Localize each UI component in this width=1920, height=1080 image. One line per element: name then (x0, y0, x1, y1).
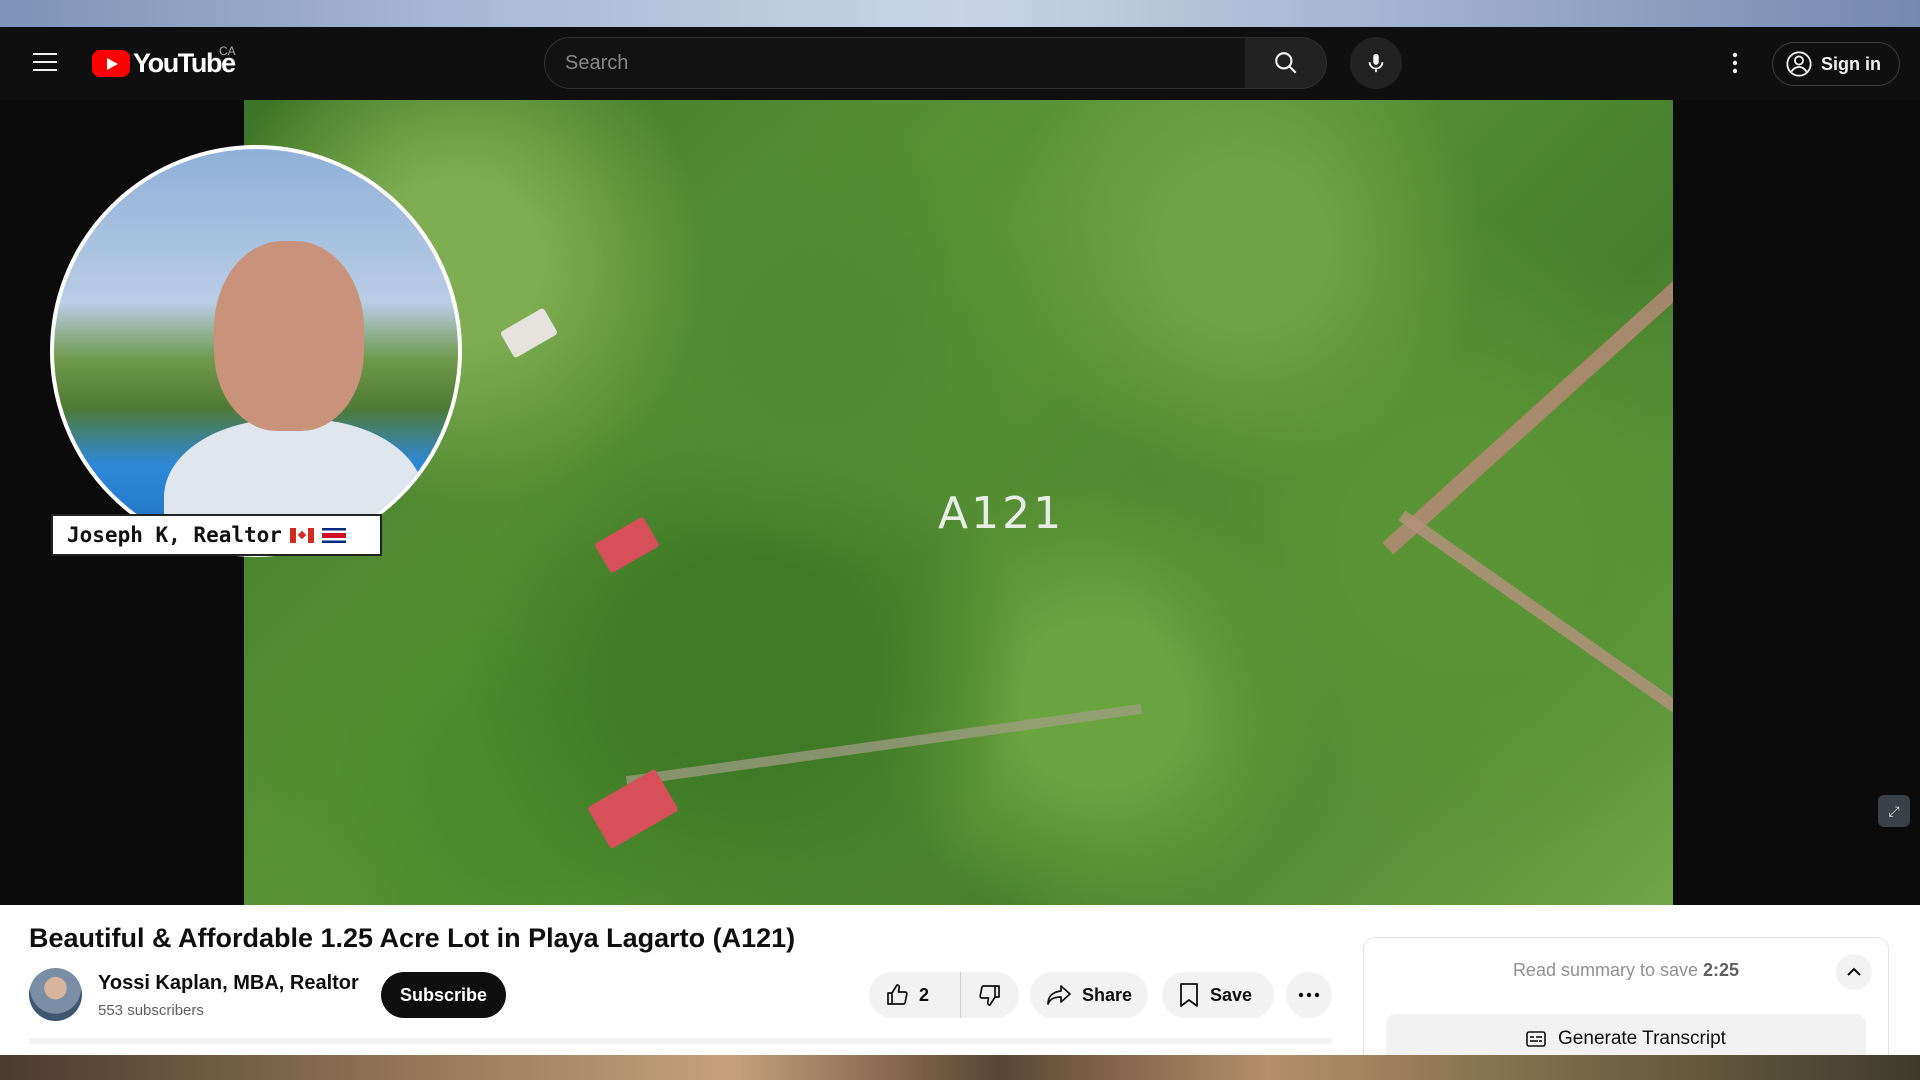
path-visual (625, 703, 1143, 787)
share-button[interactable]: Share (1030, 972, 1148, 1018)
region-label: CA (219, 44, 236, 58)
subscriber-count: 553 subscribers (98, 1002, 204, 1019)
channel-avatar[interactable] (29, 968, 82, 1021)
masthead: YouTube CA Sign in (0, 27, 1920, 100)
house-visual (499, 307, 559, 359)
sign-in-button[interactable]: Sign in (1772, 42, 1900, 86)
summary-text: Read summary to save 2:25 (1364, 960, 1888, 981)
search-box (544, 37, 1246, 89)
like-icon (887, 984, 908, 1005)
road-visual (1398, 510, 1673, 762)
presenter-name-tag: Joseph K, Realtor (51, 514, 382, 556)
transcript-icon (1526, 1031, 1546, 1047)
youtube-play-icon (92, 49, 130, 77)
dislike-button[interactable] (961, 972, 1019, 1018)
presenter-face (214, 241, 364, 431)
generate-transcript-label: Generate Transcript (1558, 1028, 1726, 1049)
summary-panel: Read summary to save 2:25 Generate Trans… (1363, 937, 1889, 1067)
summary-prefix: Read summary to save (1512, 960, 1699, 980)
channel-name[interactable]: Yossi Kaplan, MBA, Realtor (98, 972, 359, 995)
like-button[interactable]: 2 (869, 972, 961, 1018)
video-title: Beautiful & Affordable 1.25 Acre Lot in … (29, 923, 796, 953)
more-horiz-icon (1298, 992, 1320, 998)
sign-in-label: Sign in (1821, 53, 1881, 74)
road-visual (1382, 261, 1673, 555)
description-box-edge (29, 1038, 1332, 1044)
summary-time-saved: 2:25 (1703, 960, 1740, 980)
video-frame[interactable]: A121 (244, 100, 1673, 905)
like-dislike-group: 2 (869, 972, 1019, 1018)
canada-flag-icon (289, 527, 314, 543)
video-player: A121 Joseph K, Realtor ⤢ (0, 100, 1920, 905)
search-input[interactable] (545, 38, 1245, 88)
account-icon (1786, 51, 1812, 77)
search-button[interactable] (1245, 37, 1327, 89)
presenter-name: Joseph K, Realtor (67, 523, 282, 547)
save-label: Save (1210, 984, 1253, 1005)
voice-search-button[interactable] (1350, 37, 1402, 89)
more-actions-button[interactable] (1286, 972, 1332, 1018)
miniplayer-icon[interactable]: ⤢ (1878, 795, 1910, 827)
background-strip-top (0, 0, 1920, 27)
share-label: Share (1082, 984, 1133, 1005)
subscribe-button[interactable]: Subscribe (381, 972, 506, 1018)
share-icon (1047, 985, 1071, 1005)
house-visual (594, 516, 660, 574)
menu-icon[interactable] (28, 47, 62, 81)
search-icon (1274, 52, 1297, 74)
more-vert-icon[interactable] (1715, 43, 1755, 83)
youtube-logo[interactable]: YouTube (92, 47, 236, 79)
presenter-bubble (50, 145, 462, 557)
like-count: 2 (919, 984, 930, 1005)
chevron-up-icon[interactable] (1836, 954, 1872, 990)
mic-icon (1368, 53, 1384, 73)
video-details: Beautiful & Affordable 1.25 Acre Lot in … (0, 905, 1920, 1067)
background-strip-bottom (0, 1055, 1920, 1080)
lot-overlay-label: A121 (938, 488, 1065, 539)
save-button[interactable]: Save (1162, 972, 1274, 1018)
bookmark-icon (1180, 983, 1198, 1007)
dislike-icon (979, 985, 1000, 1006)
costa-rica-flag-icon (321, 527, 346, 543)
